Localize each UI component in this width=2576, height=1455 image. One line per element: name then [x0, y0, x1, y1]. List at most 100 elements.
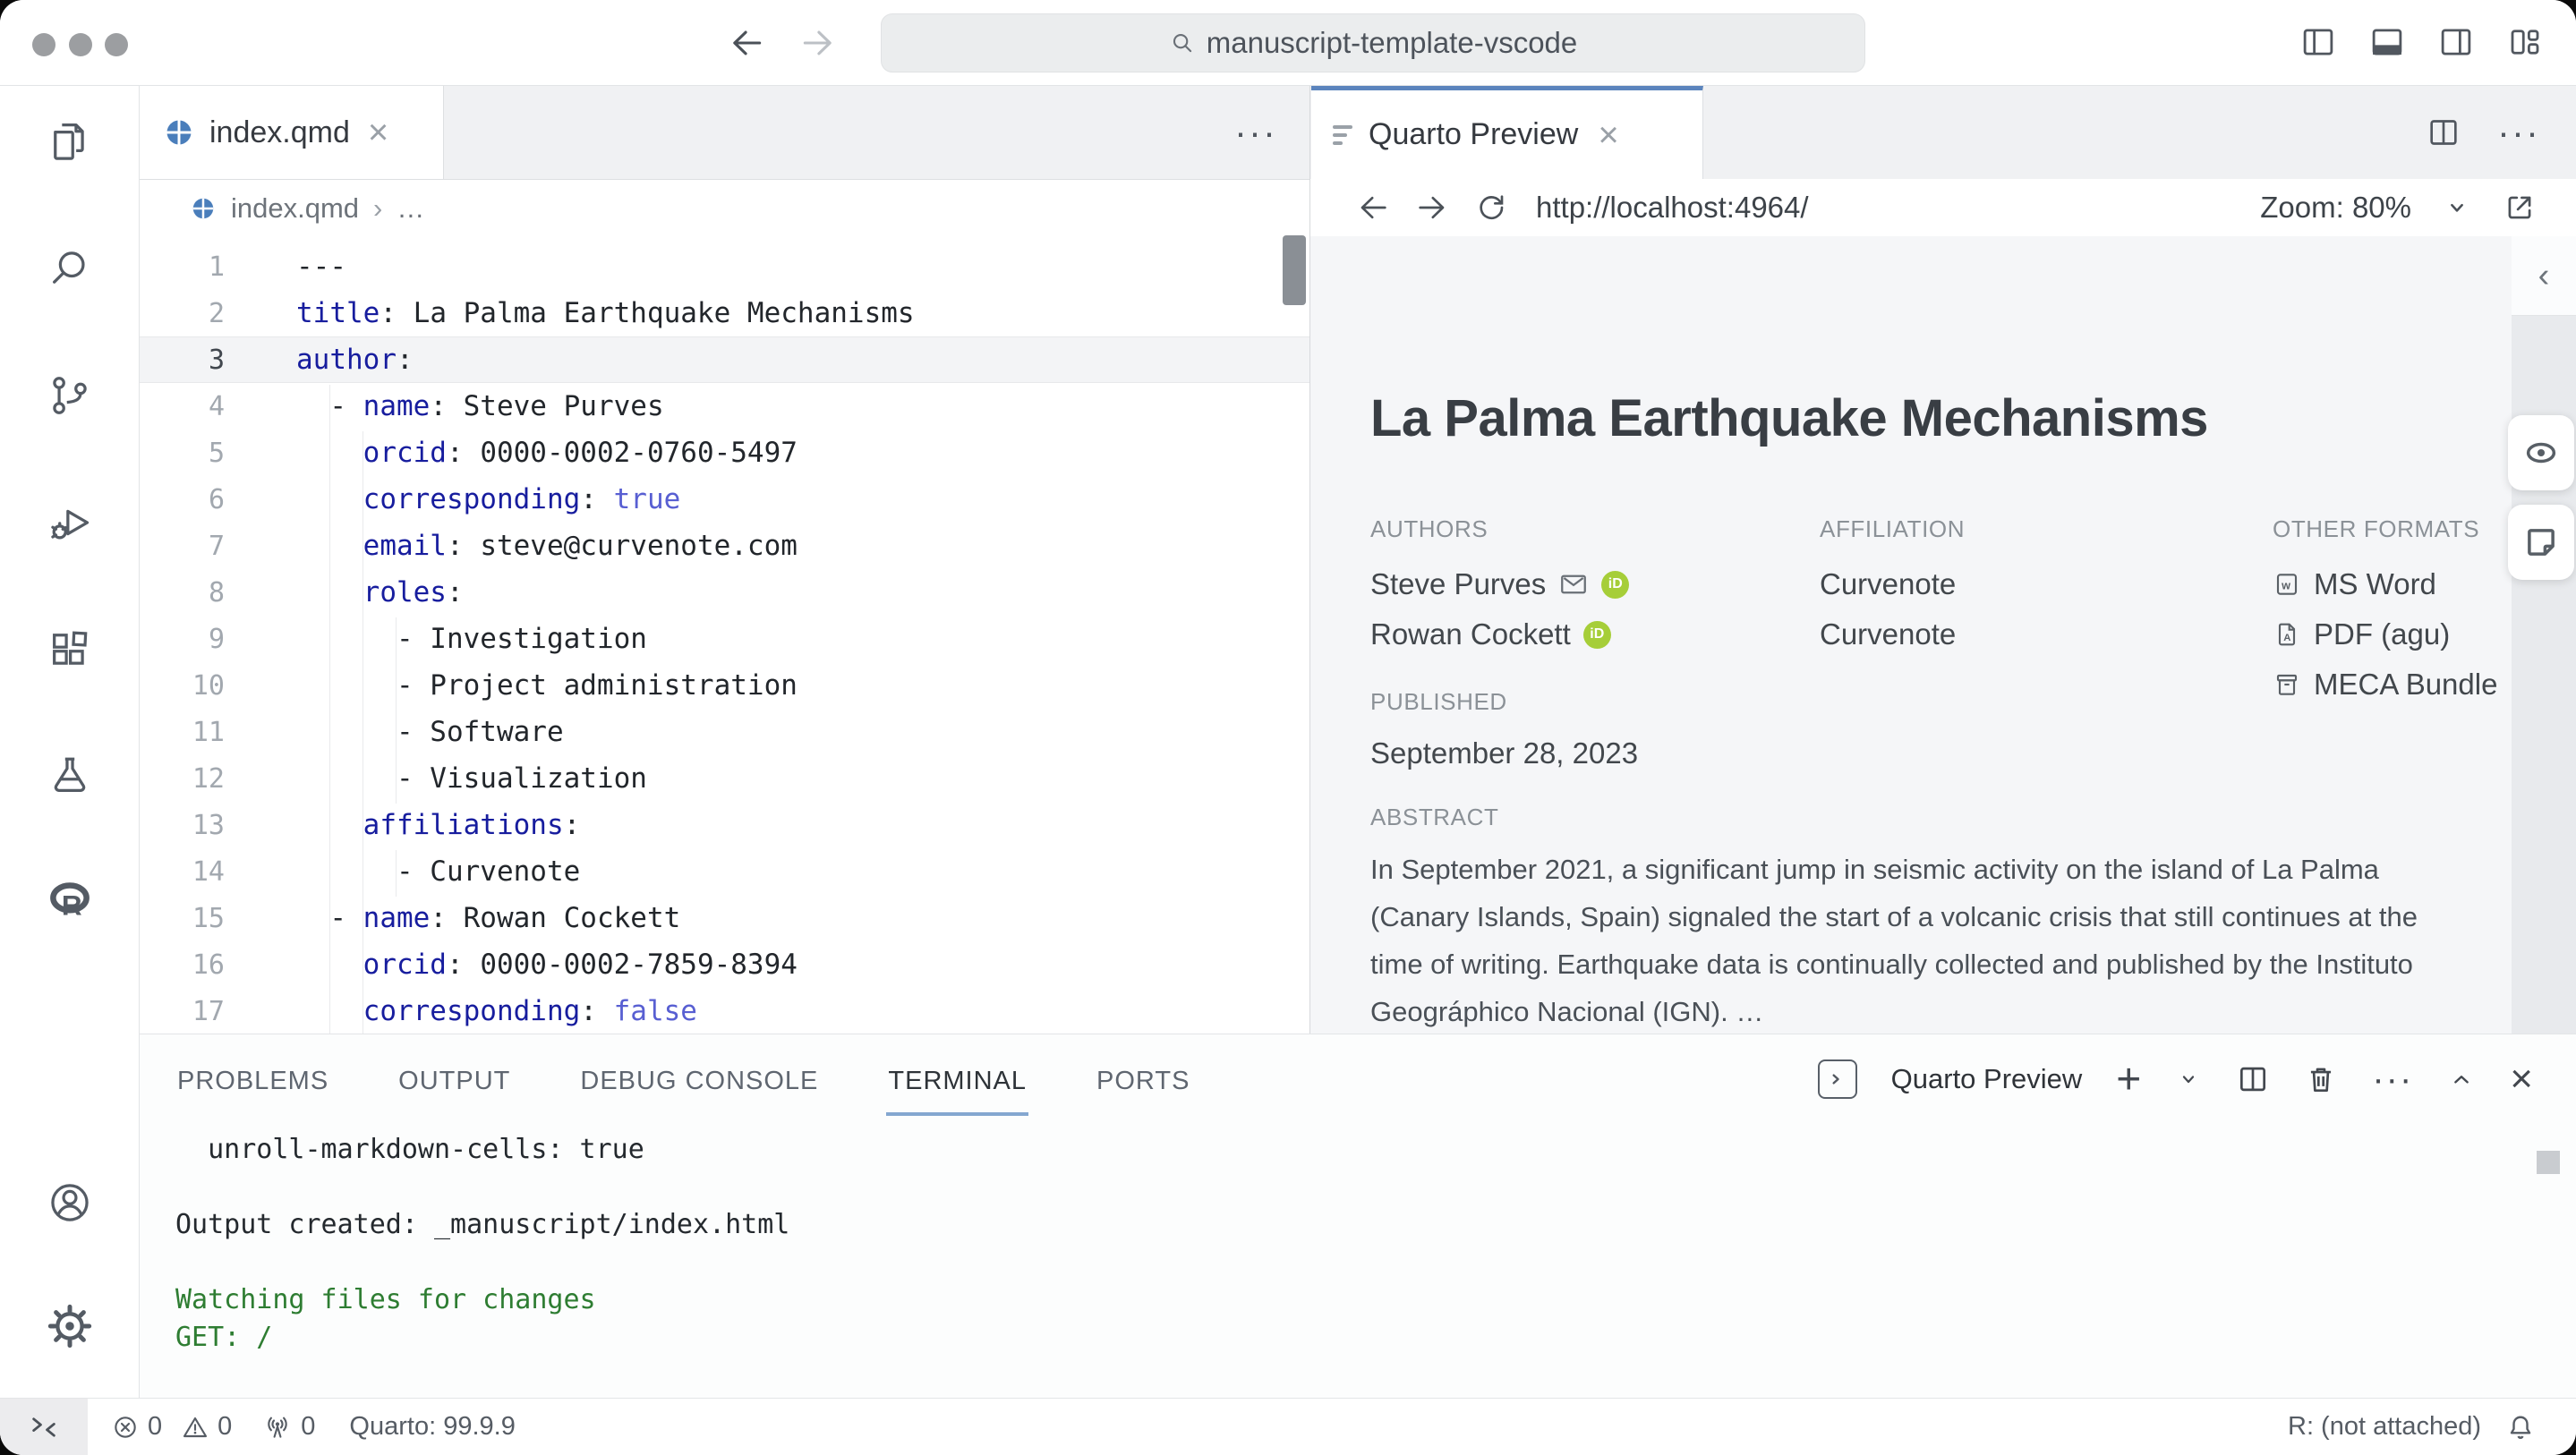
maximize-panel-icon[interactable] — [2447, 1065, 2476, 1093]
notifications-bell-icon[interactable] — [2504, 1411, 2537, 1443]
tab-index-qmd[interactable]: index.qmd × — [140, 86, 444, 179]
bottom-panel: PROBLEMS OUTPUT DEBUG CONSOLE TERMINAL PORTS… — [140, 1034, 2576, 1400]
preview-url[interactable]: http://localhost:4964/ — [1536, 191, 1809, 225]
line-number: 9 — [140, 624, 225, 655]
split-terminal-icon[interactable] — [2236, 1062, 2270, 1096]
affiliation-value: Curvenote — [1820, 559, 2196, 609]
code-text: - name: Steve Purves — [296, 383, 664, 430]
settings-gear-icon[interactable] — [47, 1303, 93, 1349]
code-editor[interactable]: 1---2title: La Palma Earthquake Mechanis… — [140, 243, 1309, 1034]
chevron-down-icon[interactable] — [2442, 192, 2472, 223]
line-number: 3 — [140, 345, 225, 376]
code-line[interactable]: 2title: La Palma Earthquake Mechanisms — [140, 290, 1309, 336]
code-line[interactable]: 13 affiliations: — [140, 802, 1309, 848]
panel-tab-debug-console[interactable]: DEBUG CONSOLE — [578, 1043, 820, 1116]
quarto-version-status[interactable]: Quarto: 99.9.9 — [349, 1412, 515, 1442]
breadcrumb[interactable]: index.qmd › … — [190, 179, 424, 238]
kill-terminal-icon[interactable] — [2304, 1062, 2338, 1096]
eye-icon[interactable] — [2508, 415, 2574, 490]
window-maximize-button[interactable] — [105, 33, 128, 56]
orcid-icon[interactable]: iD — [1601, 571, 1629, 599]
code-line[interactable]: 17 corresponding: false — [140, 988, 1309, 1034]
breadcrumb-file[interactable]: index.qmd — [231, 192, 359, 225]
window-minimize-button[interactable] — [69, 33, 92, 56]
toggle-secondary-sidebar-icon[interactable] — [2437, 23, 2475, 61]
code-line[interactable]: 16 orcid: 0000-0002-7859-8394 — [140, 941, 1309, 988]
editor-scrollbar[interactable] — [1283, 235, 1306, 305]
account-icon[interactable] — [47, 1179, 93, 1226]
preview-forward-icon[interactable] — [1414, 190, 1450, 225]
indent-guide — [396, 617, 397, 804]
abstract-text: In September 2021, a significant jump in… — [1370, 846, 2458, 1034]
code-line[interactable]: 7 email: steve@curvenote.com — [140, 523, 1309, 569]
open-external-icon[interactable] — [2503, 191, 2537, 225]
new-terminal-icon[interactable]: + — [2116, 1055, 2141, 1104]
extensions-icon[interactable] — [47, 626, 93, 673]
collapse-panel-icon[interactable]: ‹ — [2512, 236, 2576, 316]
code-line[interactable]: 5 orcid: 0000-0002-0760-5497 — [140, 430, 1309, 476]
format-link[interactable]: PDF (agu) — [2314, 617, 2450, 651]
code-line[interactable]: 11 - Software — [140, 709, 1309, 755]
published-label: PUBLISHED — [1370, 688, 1638, 716]
code-line[interactable]: 3author: — [140, 336, 1309, 383]
r-status[interactable]: R: (not attached) — [2288, 1412, 2481, 1442]
tab-label: index.qmd — [209, 115, 350, 150]
r-extension-icon[interactable]: R — [47, 877, 93, 923]
editor-more-actions-icon[interactable]: ··· — [1234, 111, 1277, 154]
search-icon — [1169, 30, 1196, 56]
tab-quarto-preview[interactable]: Quarto Preview × — [1311, 86, 1703, 179]
code-line[interactable]: 1--- — [140, 243, 1309, 290]
remote-indicator[interactable] — [0, 1399, 88, 1455]
run-debug-icon[interactable] — [47, 499, 93, 546]
code-text: - Software — [296, 709, 564, 755]
panel-tab-terminal[interactable]: TERMINAL — [886, 1043, 1028, 1116]
code-line[interactable]: 9 - Investigation — [140, 616, 1309, 662]
affiliation-value: Curvenote — [1820, 609, 2196, 659]
code-line[interactable]: 4 - name: Steve Purves — [140, 383, 1309, 430]
terminal-scrollbar[interactable] — [2537, 1151, 2560, 1174]
testing-icon[interactable] — [47, 752, 93, 798]
code-line[interactable]: 6 corresponding: true — [140, 476, 1309, 523]
search-view-icon[interactable] — [47, 245, 93, 292]
toggle-primary-sidebar-icon[interactable] — [2299, 23, 2337, 61]
code-line[interactable]: 12 - Visualization — [140, 755, 1309, 802]
panel-tab-problems[interactable]: PROBLEMS — [175, 1043, 330, 1116]
author-name: Steve Purves — [1370, 567, 1546, 601]
panel-tab-ports[interactable]: PORTS — [1095, 1043, 1191, 1116]
code-line[interactable]: 10 - Project administration — [140, 662, 1309, 709]
preview-back-icon[interactable] — [1355, 190, 1391, 225]
tab-close-icon[interactable]: × — [364, 115, 392, 150]
panel-tab-output[interactable]: OUTPUT — [397, 1043, 512, 1116]
preview-more-actions-icon[interactable]: ··· — [2497, 111, 2540, 154]
history-forward-button[interactable] — [798, 23, 838, 63]
ms-word-icon: w — [2273, 570, 2301, 599]
title-bar: manuscript-template-vscode — [0, 0, 2576, 86]
window-close-button[interactable] — [32, 33, 55, 56]
terminal-dropdown-icon[interactable] — [2175, 1066, 2202, 1093]
customize-layout-icon[interactable] — [2506, 23, 2544, 61]
orcid-icon[interactable]: iD — [1583, 621, 1611, 649]
feedback-status[interactable]: 0 — [262, 1412, 315, 1442]
code-line[interactable]: 14 - Curvenote — [140, 848, 1309, 895]
terminal-output[interactable]: unroll-markdown-cells: true Output creat… — [175, 1131, 2504, 1391]
code-line[interactable]: 15 - name: Rowan Cockett — [140, 895, 1309, 941]
command-center-search[interactable]: manuscript-template-vscode — [881, 13, 1865, 72]
history-back-button[interactable] — [727, 23, 766, 63]
format-link[interactable]: MS Word — [2314, 567, 2436, 601]
terminal-session-name[interactable]: Quarto Preview — [1891, 1063, 2083, 1095]
breadcrumb-more[interactable]: … — [397, 192, 424, 225]
panel-more-actions-icon[interactable]: ··· — [2372, 1059, 2413, 1100]
email-icon[interactable] — [1558, 569, 1589, 600]
close-panel-icon[interactable]: × — [2510, 1059, 2533, 1099]
breadcrumb-separator: › — [373, 192, 382, 225]
toggle-panel-icon[interactable] — [2368, 23, 2406, 61]
split-editor-icon[interactable] — [2426, 115, 2461, 150]
source-control-icon[interactable] — [47, 372, 93, 419]
tab-close-icon[interactable]: × — [1594, 117, 1622, 153]
explorer-icon[interactable] — [47, 118, 93, 165]
preview-refresh-icon[interactable] — [1473, 190, 1509, 225]
format-link[interactable]: MECA Bundle — [2314, 668, 2497, 702]
code-line[interactable]: 8 roles: — [140, 569, 1309, 616]
problems-status[interactable]: 0 0 — [111, 1412, 232, 1442]
indent-guide — [329, 385, 330, 1034]
